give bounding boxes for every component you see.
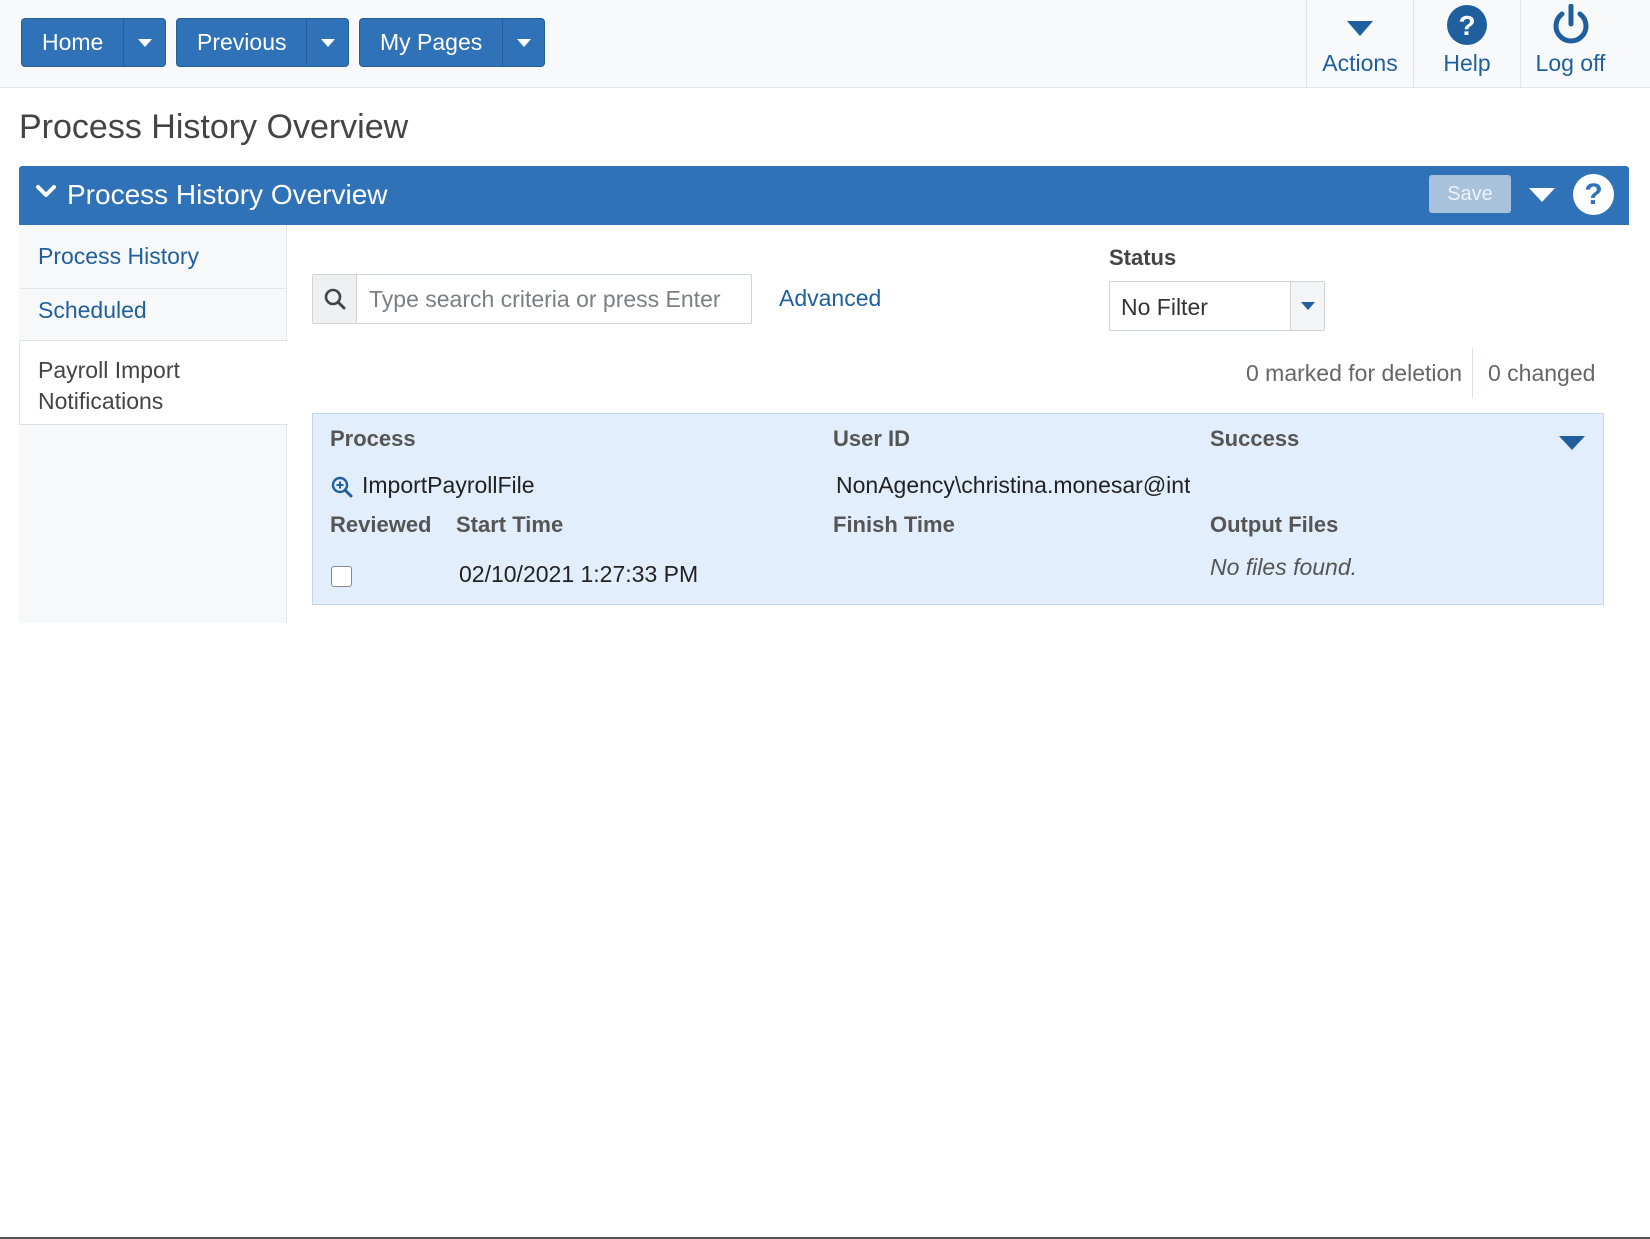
- reviewed-checkbox[interactable]: [331, 566, 352, 587]
- table-row[interactable]: Process User ID Success ImportPayrollFil…: [312, 413, 1604, 605]
- advanced-search-link[interactable]: Advanced: [779, 285, 881, 312]
- search-icon: [324, 288, 345, 310]
- log-off-label: Log off: [1535, 50, 1606, 76]
- panel-dropdown-icon[interactable]: [1529, 188, 1555, 202]
- help-menu[interactable]: ? Help: [1413, 0, 1520, 88]
- help-icon: ?: [1447, 5, 1487, 45]
- home-dropdown-button[interactable]: [123, 19, 165, 66]
- divider: [19, 288, 287, 289]
- sidebar-item-payroll-import-notifications[interactable]: Payroll Import Notifications: [19, 340, 288, 425]
- changed-count: 0 changed: [1488, 360, 1596, 386]
- status-dropdown-button[interactable]: [1290, 282, 1324, 330]
- marked-for-deletion-count: 0 marked for deletion: [1246, 360, 1463, 386]
- page-title: Process History Overview: [19, 108, 409, 146]
- status-label: Status: [1109, 245, 1177, 270]
- panel-title: Process History Overview: [67, 179, 388, 210]
- home-button-group: Home: [21, 18, 167, 67]
- status-select[interactable]: No Filter: [1109, 281, 1325, 331]
- column-header-user-id: User ID: [833, 426, 911, 451]
- row-expand-icon[interactable]: [1559, 436, 1585, 450]
- home-button[interactable]: Home: [22, 19, 123, 66]
- svg-text:?: ?: [1458, 10, 1475, 41]
- search-box: [312, 274, 752, 324]
- panel-help-icon[interactable]: ?: [1573, 174, 1614, 215]
- panel-header: Process History Overview Save ?: [19, 166, 1629, 225]
- column-header-process: Process: [330, 426, 416, 451]
- chevron-down-icon: [1300, 302, 1315, 310]
- status-selected-value: No Filter: [1121, 294, 1208, 320]
- log-off-button[interactable]: Log off: [1520, 0, 1620, 88]
- column-header-success: Success: [1210, 426, 1300, 451]
- previous-dropdown-button[interactable]: [306, 19, 348, 66]
- output-files-value: No files found.: [1210, 554, 1358, 580]
- sidebar-item-process-history[interactable]: Process History: [19, 243, 287, 270]
- chevron-down-icon[interactable]: [35, 184, 57, 200]
- top-bar: Home Previous My Pages Actions ? Help Lo…: [0, 0, 1650, 88]
- caret-down-icon: [1347, 20, 1373, 36]
- chevron-down-icon: [137, 38, 152, 47]
- search-button[interactable]: [313, 275, 357, 323]
- chevron-down-icon: [320, 38, 335, 47]
- power-icon: [1553, 4, 1588, 44]
- chevron-down-icon: [516, 38, 531, 47]
- column-header-finish-time: Finish Time: [833, 512, 955, 537]
- previous-button[interactable]: Previous: [177, 19, 306, 66]
- left-navigation: Process History Scheduled Payroll Import…: [19, 225, 288, 623]
- my-pages-button-group: My Pages: [359, 18, 546, 67]
- actions-label: Actions: [1322, 50, 1398, 76]
- column-header-output-files: Output Files: [1210, 512, 1339, 537]
- save-button[interactable]: Save: [1429, 175, 1511, 213]
- user-id-cell: NonAgency\christina.monesar@int: [836, 472, 1190, 499]
- divider: [1472, 348, 1473, 398]
- actions-menu[interactable]: Actions: [1306, 0, 1413, 88]
- search-input[interactable]: [358, 275, 750, 323]
- user-id-value: NonAgency\christina.monesar@int: [836, 472, 1190, 498]
- sidebar-item-scheduled[interactable]: Scheduled: [19, 297, 287, 324]
- process-name-link[interactable]: ImportPayrollFile: [362, 472, 535, 499]
- column-header-start-time: Start Time: [456, 512, 564, 537]
- zoom-in-icon[interactable]: [331, 476, 353, 498]
- my-pages-dropdown-button[interactable]: [502, 19, 544, 66]
- my-pages-button[interactable]: My Pages: [360, 19, 502, 66]
- previous-button-group: Previous: [176, 18, 350, 67]
- help-label: Help: [1443, 50, 1491, 76]
- start-time-value: 02/10/2021 1:27:33 PM: [459, 561, 699, 587]
- column-header-reviewed: Reviewed: [330, 512, 432, 537]
